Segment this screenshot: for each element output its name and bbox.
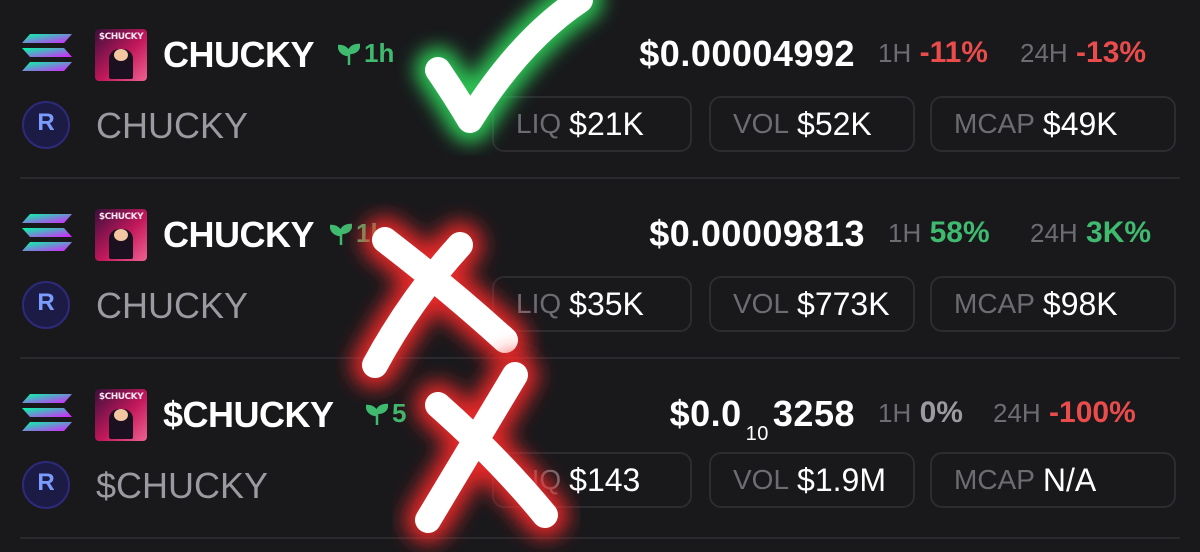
checkmark-icon — [415, 0, 603, 143]
cross-icon — [405, 352, 568, 543]
cross-icon — [352, 217, 528, 388]
annotation-overlay — [352, 0, 603, 543]
